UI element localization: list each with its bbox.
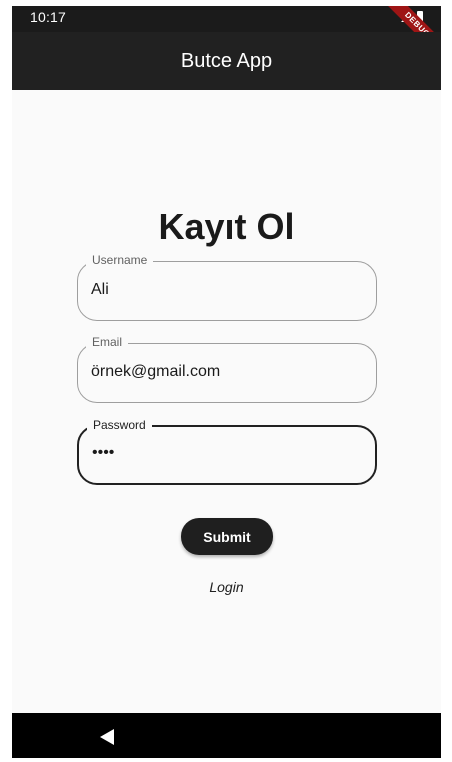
- username-label: Username: [86, 253, 154, 267]
- submit-button[interactable]: Submit: [181, 518, 273, 555]
- device-screen: 10:17 DEBUG Butce App Kayıt Ol Username …: [12, 6, 441, 758]
- status-bar: 10:17: [12, 6, 441, 32]
- status-time: 10:17: [30, 9, 67, 25]
- username-value: Ali: [91, 281, 109, 298]
- email-label: Email: [86, 335, 129, 349]
- page-title: Kayıt Ol: [158, 206, 295, 247]
- username-field[interactable]: Username Ali: [77, 253, 377, 321]
- password-field[interactable]: Password ••••: [77, 418, 377, 485]
- app-bar-title: Butce App: [180, 49, 273, 72]
- email-value: örnek@gmail.com: [91, 363, 221, 380]
- navigation-bar: [12, 713, 441, 758]
- back-icon[interactable]: [100, 729, 114, 745]
- password-value: ••••: [92, 444, 115, 461]
- password-label: Password: [87, 418, 152, 432]
- app-bar: Butce App: [12, 32, 441, 90]
- email-field[interactable]: Email örnek@gmail.com: [77, 335, 377, 403]
- login-link[interactable]: Login: [12, 579, 441, 595]
